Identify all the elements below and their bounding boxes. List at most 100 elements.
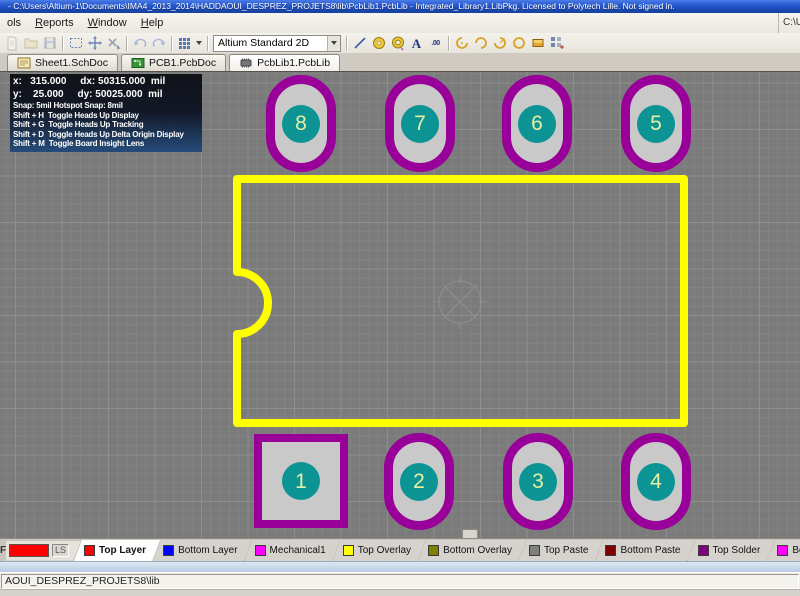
layer-tab-bottom-layer[interactable]: Bottom Layer [153, 540, 251, 561]
pad-8[interactable]: 8 [266, 75, 336, 172]
hud-y-coordinates: y: 25.000 dy: 50025.000 mil [13, 89, 198, 102]
layer-color-swatch [777, 545, 788, 556]
layer-color-swatch [605, 545, 616, 556]
layer-color-swatch [698, 545, 709, 556]
full-circle-icon[interactable] [509, 34, 528, 52]
doc-tab-pcb1-pcbdoc[interactable]: PCB1.PcbDoc [121, 54, 226, 71]
pad-number: 1 [295, 471, 307, 492]
panel-splitter-grip[interactable] [462, 529, 478, 538]
layer-tab-label: Top Paste [544, 545, 588, 556]
pcblib-doc-icon [239, 57, 253, 69]
toolbar-separator [346, 36, 347, 51]
menu-bar: ols Reports Window Help C:\U [0, 13, 800, 33]
toolbar-separator [171, 36, 172, 51]
menu-item-reports[interactable]: Reports [28, 14, 81, 32]
pcb-canvas[interactable]: x: 315.000 dx: 50315.000 mil y: 25.000 d… [0, 72, 800, 538]
layer-sets-label: LS [52, 544, 69, 557]
schematic-doc-icon [17, 57, 31, 69]
view-configuration-select[interactable]: Altium Standard 2D [213, 35, 341, 52]
deselect-icon[interactable] [104, 34, 123, 52]
layer-tab-label: Bottom Paste [620, 545, 680, 556]
document-tab-bar: Sheet1.SchDoc PCB1.PcbDoc PcbLib1.PcbLib [0, 53, 800, 72]
pad-number: 2 [413, 471, 425, 492]
doc-tab-sheet1-schdoc[interactable]: Sheet1.SchDoc [7, 54, 118, 71]
via-tool-icon[interactable] [388, 34, 407, 52]
hud-snap-info: Snap: 5mil Hotspot Snap: 8mil [13, 101, 198, 111]
fill-tool-icon[interactable] [528, 34, 547, 52]
pad-number: 3 [532, 471, 544, 492]
clipped-panel-label: F [0, 545, 6, 556]
hud-shortcut-m: Shift + M Toggle Board Insight Lens [13, 139, 198, 149]
menu-item-tools-clipped[interactable]: ols [0, 14, 28, 32]
toolbar-separator [126, 36, 127, 51]
redo-icon[interactable] [149, 34, 168, 52]
window-frame-strip [0, 561, 800, 572]
title-bar: - C:\Users\Altium-1\Documents\IMA4_2013_… [0, 0, 800, 13]
arc-angle-icon[interactable] [490, 34, 509, 52]
hud-shortcut-d: Shift + D Toggle Heads Up Delta Origin D… [13, 130, 198, 140]
string-tool-icon[interactable]: A [407, 34, 426, 52]
layer-tab-bottom-overlay[interactable]: Bottom Overlay [418, 540, 526, 561]
doc-tab-label: PCB1.PcbDoc [149, 57, 216, 69]
grid-dropdown-chevron-icon[interactable] [194, 34, 204, 52]
layer-tab-top-paste[interactable]: Top Paste [519, 540, 602, 561]
origin-crosshair-icon [433, 275, 487, 329]
hud-shortcut-h: Shift + H Toggle Heads Up Display [13, 111, 198, 121]
layer-tab-mechanical1[interactable]: Mechanical1 [245, 540, 340, 561]
layer-color-swatch [84, 545, 95, 556]
pad-hole: 2 [400, 463, 438, 501]
layer-color-swatch [255, 545, 266, 556]
paste-array-icon[interactable] [547, 34, 566, 52]
window-title: - C:\Users\Altium-1\Documents\IMA4_2013_… [8, 1, 675, 11]
select-area-icon[interactable] [66, 34, 85, 52]
layer-tab-label: Top Overlay [358, 545, 411, 556]
layer-tab-bottom-paste[interactable]: Bottom Paste [595, 540, 694, 561]
pad-hole: 5 [637, 105, 675, 143]
pad-hole: 7 [401, 105, 439, 143]
layer-tab-top-overlay[interactable]: Top Overlay [333, 540, 425, 561]
pad-number: 7 [414, 113, 426, 134]
pad-number: 8 [295, 113, 307, 134]
menu-item-help[interactable]: Help [134, 14, 171, 32]
pad-4[interactable]: 4 [621, 433, 691, 530]
coordinate-tool-icon[interactable]: .00 [426, 34, 445, 52]
layer-tab-top-solder[interactable]: Top Solder [688, 540, 775, 561]
new-document-icon[interactable] [2, 34, 21, 52]
arc-edge-icon[interactable] [471, 34, 490, 52]
pad-6[interactable]: 6 [502, 75, 572, 172]
doc-tab-label: PcbLib1.PcbLib [257, 57, 330, 69]
pad-5[interactable]: 5 [621, 75, 691, 172]
layer-tab-label: Bottom Layer [178, 545, 237, 556]
layer-tab-top-layer[interactable]: Top Layer [74, 540, 160, 561]
grid-settings-icon[interactable] [175, 34, 194, 52]
move-icon[interactable] [85, 34, 104, 52]
pad-tool-icon[interactable] [369, 34, 388, 52]
layer-tab-label: Top Solder [713, 545, 761, 556]
doc-tab-pcblib1-pcblib[interactable]: PcbLib1.PcbLib [229, 54, 340, 71]
layer-tab-bar: F LS Top LayerBottom LayerMechanical1Top… [0, 538, 800, 561]
arc-center-icon[interactable] [452, 34, 471, 52]
heads-up-display: x: 315.000 dx: 50315.000 mil y: 25.000 d… [10, 74, 202, 152]
layer-tab-label: Mechanical1 [270, 545, 326, 556]
current-layer-color-swatch [9, 544, 49, 557]
chevron-down-icon[interactable] [327, 36, 340, 51]
layer-sets-control[interactable]: LS [6, 541, 81, 561]
pad-2[interactable]: 2 [384, 433, 454, 530]
save-document-icon[interactable] [40, 34, 59, 52]
pad-hole: 6 [518, 105, 556, 143]
open-document-icon[interactable] [21, 34, 40, 52]
line-tool-icon[interactable] [350, 34, 369, 52]
layer-tabs: Top Layer Bottom Layer Mechanical1 Top Over… [81, 540, 800, 561]
layer-color-swatch [343, 545, 354, 556]
pad-3[interactable]: 3 [503, 433, 573, 530]
pad-hole: 8 [282, 105, 320, 143]
view-configuration-value: Altium Standard 2D [218, 37, 327, 49]
undo-icon[interactable] [130, 34, 149, 52]
pad-7[interactable]: 7 [385, 75, 455, 172]
menu-item-window[interactable]: Window [81, 14, 134, 32]
layer-tab-label: Top Layer [99, 545, 146, 556]
layer-tab-label: Bottom Overlay [443, 545, 512, 556]
layer-color-swatch [428, 545, 439, 556]
status-path-text: AOUI_DESPREZ_PROJETS8\lib [1, 574, 799, 589]
pad-1[interactable]: 1 [254, 434, 348, 528]
